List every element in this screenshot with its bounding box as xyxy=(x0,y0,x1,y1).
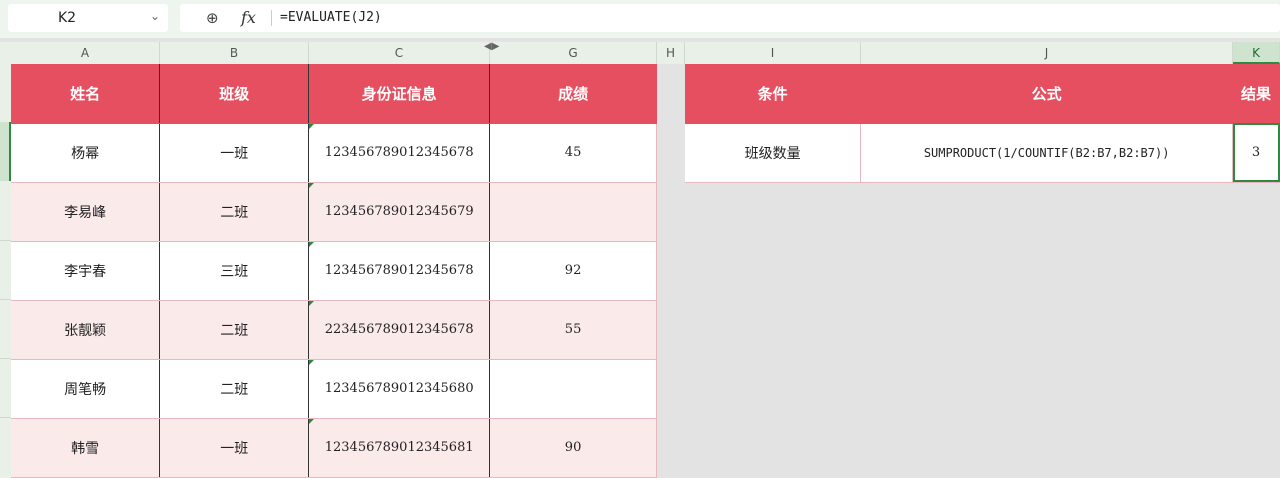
table-row: 李易峰 二班 123456789012345679 xyxy=(11,182,657,242)
cell-class[interactable]: 二班 xyxy=(159,359,310,419)
header-row: 姓名 班级 身份证信息 成绩 xyxy=(11,64,657,124)
row-divider xyxy=(0,299,11,300)
cell-id[interactable]: 123456789012345680 xyxy=(308,359,491,419)
formula-bar: K2 ⌄ ⊕ fx =EVALUATE(J2) xyxy=(0,0,1280,38)
header-condition[interactable]: 条件 xyxy=(685,64,862,124)
header-name[interactable]: 姓名 xyxy=(11,64,161,124)
cell-id[interactable]: 123456789012345681 xyxy=(308,418,491,478)
column-header-i[interactable]: I xyxy=(685,42,861,64)
zoom-icon[interactable]: ⊕ xyxy=(206,9,219,27)
cell-score[interactable] xyxy=(489,359,657,419)
cell-score[interactable]: 92 xyxy=(489,241,657,301)
cell-id[interactable]: 123456789012345678 xyxy=(308,123,491,183)
table-row: 周笔畅 二班 123456789012345680 xyxy=(11,359,657,419)
cell-name[interactable]: 杨幂 xyxy=(11,123,161,183)
chevron-down-icon[interactable]: ⌄ xyxy=(150,9,160,23)
column-header-k[interactable]: K xyxy=(1233,42,1280,64)
table-row: 韩雪 一班 123456789012345681 90 xyxy=(11,418,657,478)
cell-id[interactable]: 123456789012345679 xyxy=(308,182,491,242)
column-header-g[interactable]: G xyxy=(490,42,657,64)
cell-score[interactable]: 55 xyxy=(489,300,657,360)
cell-name[interactable]: 张靓颖 xyxy=(11,300,161,360)
formula-input-area[interactable]: ⊕ fx =EVALUATE(J2) xyxy=(180,4,1280,32)
column-header-a[interactable]: A xyxy=(11,42,160,64)
cell-condition[interactable]: 班级数量 xyxy=(685,123,862,183)
table-row: 杨幂 一班 123456789012345678 45 xyxy=(11,123,657,183)
cell-formula[interactable]: SUMPRODUCT(1/COUNTIF(B2:B7,B2:B7)) xyxy=(860,123,1234,183)
column-header-c[interactable]: C xyxy=(309,42,490,64)
column-header-strip: A B C G H I J K xyxy=(0,42,1280,64)
column-header-h[interactable]: H xyxy=(657,42,685,64)
fx-icon[interactable]: fx xyxy=(241,8,256,27)
cell-result-selected[interactable]: 3 xyxy=(1232,123,1280,183)
cell-score[interactable]: 45 xyxy=(489,123,657,183)
cell-name[interactable]: 周笔畅 xyxy=(11,359,161,419)
row-divider xyxy=(0,417,11,418)
table-row: 班级数量 SUMPRODUCT(1/COUNTIF(B2:B7,B2:B7)) … xyxy=(685,123,1280,183)
name-box[interactable]: K2 ⌄ xyxy=(8,4,168,32)
header-row: 条件 公式 结果 xyxy=(685,64,1280,124)
header-class[interactable]: 班级 xyxy=(159,64,310,124)
column-header-j[interactable]: J xyxy=(861,42,1233,64)
row-divider xyxy=(0,358,11,359)
student-table: 姓名 班级 身份证信息 成绩 杨幂 一班 123456789012345678 … xyxy=(11,64,657,478)
formula-separator xyxy=(271,10,272,26)
cell-id[interactable]: 223456789012345678 xyxy=(308,300,491,360)
cell-name[interactable]: 李易峰 xyxy=(11,182,161,242)
cell-class[interactable]: 三班 xyxy=(159,241,310,301)
name-box-value: K2 xyxy=(58,10,77,26)
cell-name[interactable]: 李宇春 xyxy=(11,241,161,301)
header-result[interactable]: 结果 xyxy=(1232,64,1280,124)
cell-score[interactable]: 90 xyxy=(489,418,657,478)
header-id[interactable]: 身份证信息 xyxy=(308,64,491,124)
cell-class[interactable]: 一班 xyxy=(159,123,310,183)
header-score[interactable]: 成绩 xyxy=(489,64,657,124)
formula-table: 条件 公式 结果 班级数量 SUMPRODUCT(1/COUNTIF(B2:B7… xyxy=(685,64,1280,183)
row-header-strip xyxy=(0,64,11,478)
cell-class[interactable]: 二班 xyxy=(159,300,310,360)
column-header-b[interactable]: B xyxy=(160,42,309,64)
table-row: 张靓颖 二班 223456789012345678 55 xyxy=(11,300,657,360)
cell-score[interactable] xyxy=(489,182,657,242)
formula-text[interactable]: =EVALUATE(J2) xyxy=(280,10,382,25)
row-header-selected[interactable] xyxy=(0,122,11,181)
cell-id[interactable]: 123456789012345678 xyxy=(308,241,491,301)
cell-name[interactable]: 韩雪 xyxy=(11,418,161,478)
cell-class[interactable]: 一班 xyxy=(159,418,310,478)
header-formula[interactable]: 公式 xyxy=(860,64,1234,124)
hidden-columns-expand-icon[interactable]: ◀▶ xyxy=(484,41,499,52)
cell-class[interactable]: 二班 xyxy=(159,182,310,242)
table-row: 李宇春 三班 123456789012345678 92 xyxy=(11,241,657,301)
row-divider xyxy=(0,240,11,241)
